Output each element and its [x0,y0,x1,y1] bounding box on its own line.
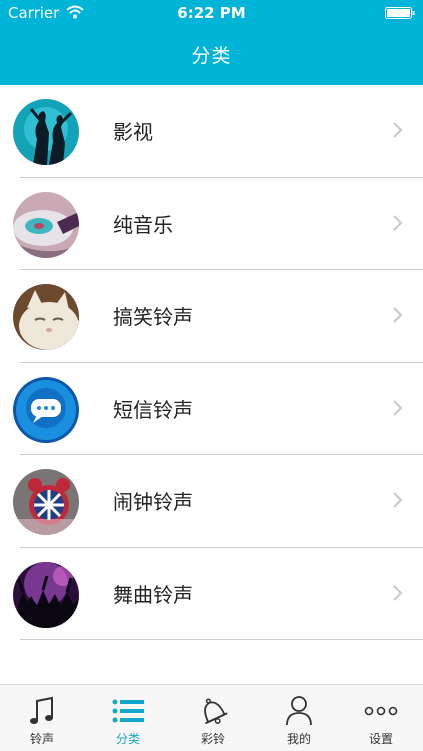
movie-avatar [13,99,79,165]
tab-label: 铃声 [29,732,54,746]
chevron-right-icon [393,584,403,601]
page-title: 分类 [191,45,232,67]
person-icon [286,696,312,726]
category-label: 影视 [113,120,153,144]
alarm-clock-avatar [13,469,79,535]
tab-label: 分类 [115,732,140,746]
tab-mine[interactable]: 我的 [257,685,341,751]
category-row-sms[interactable]: 短信铃声 [0,363,423,455]
category-label: 纯音乐 [113,212,173,237]
dance-crowd-avatar [13,561,79,628]
category-row-funny[interactable]: 搞笑铃声 [0,270,423,363]
battery-icon [385,7,415,19]
funny-cat-avatar [13,284,79,350]
navigation-header: Carrier 6:22 PM 分类 [0,0,423,85]
category-row-movie[interactable]: 影视 [0,85,423,178]
chevron-right-icon [393,214,403,231]
category-row-alarm[interactable]: 闹钟铃声 [0,455,423,548]
category-row-pure-music[interactable]: 纯音乐 [0,178,423,270]
row-divider [20,639,423,640]
category-label: 舞曲铃声 [113,582,193,607]
tab-color-ringback[interactable]: 彩铃 [171,685,255,751]
tab-ringtones[interactable]: 铃声 [0,685,84,751]
tab-label: 我的 [286,732,311,746]
bell-icon [204,698,228,725]
music-note-icon [30,696,53,724]
pure-music-avatar [13,191,79,258]
category-label: 闹钟铃声 [113,490,193,514]
more-dots-icon [364,706,398,716]
chevron-right-icon [393,307,403,323]
tab-categories[interactable]: 分类 [86,685,170,751]
tab-label: 设置 [368,732,393,746]
category-list: 影视 纯音乐 搞笑铃声 短信铃声 闹钟铃声 舞曲铃声 [0,85,423,640]
tab-settings[interactable]: 设置 [339,685,423,751]
chevron-right-icon [393,492,403,508]
list-icon [112,699,144,723]
status-bar: Carrier 6:22 PM [0,0,423,26]
chevron-right-icon [393,399,403,416]
sms-bubble-avatar [13,376,79,443]
chevron-right-icon [393,122,403,138]
category-row-dance[interactable]: 舞曲铃声 [0,548,423,640]
tab-bar: 铃声 分类 彩铃 我的 设置 [0,684,423,751]
tab-label: 彩铃 [200,732,225,746]
category-label: 短信铃声 [113,397,193,422]
category-label: 搞笑铃声 [113,305,193,329]
status-time: 6:22 PM [177,4,246,22]
